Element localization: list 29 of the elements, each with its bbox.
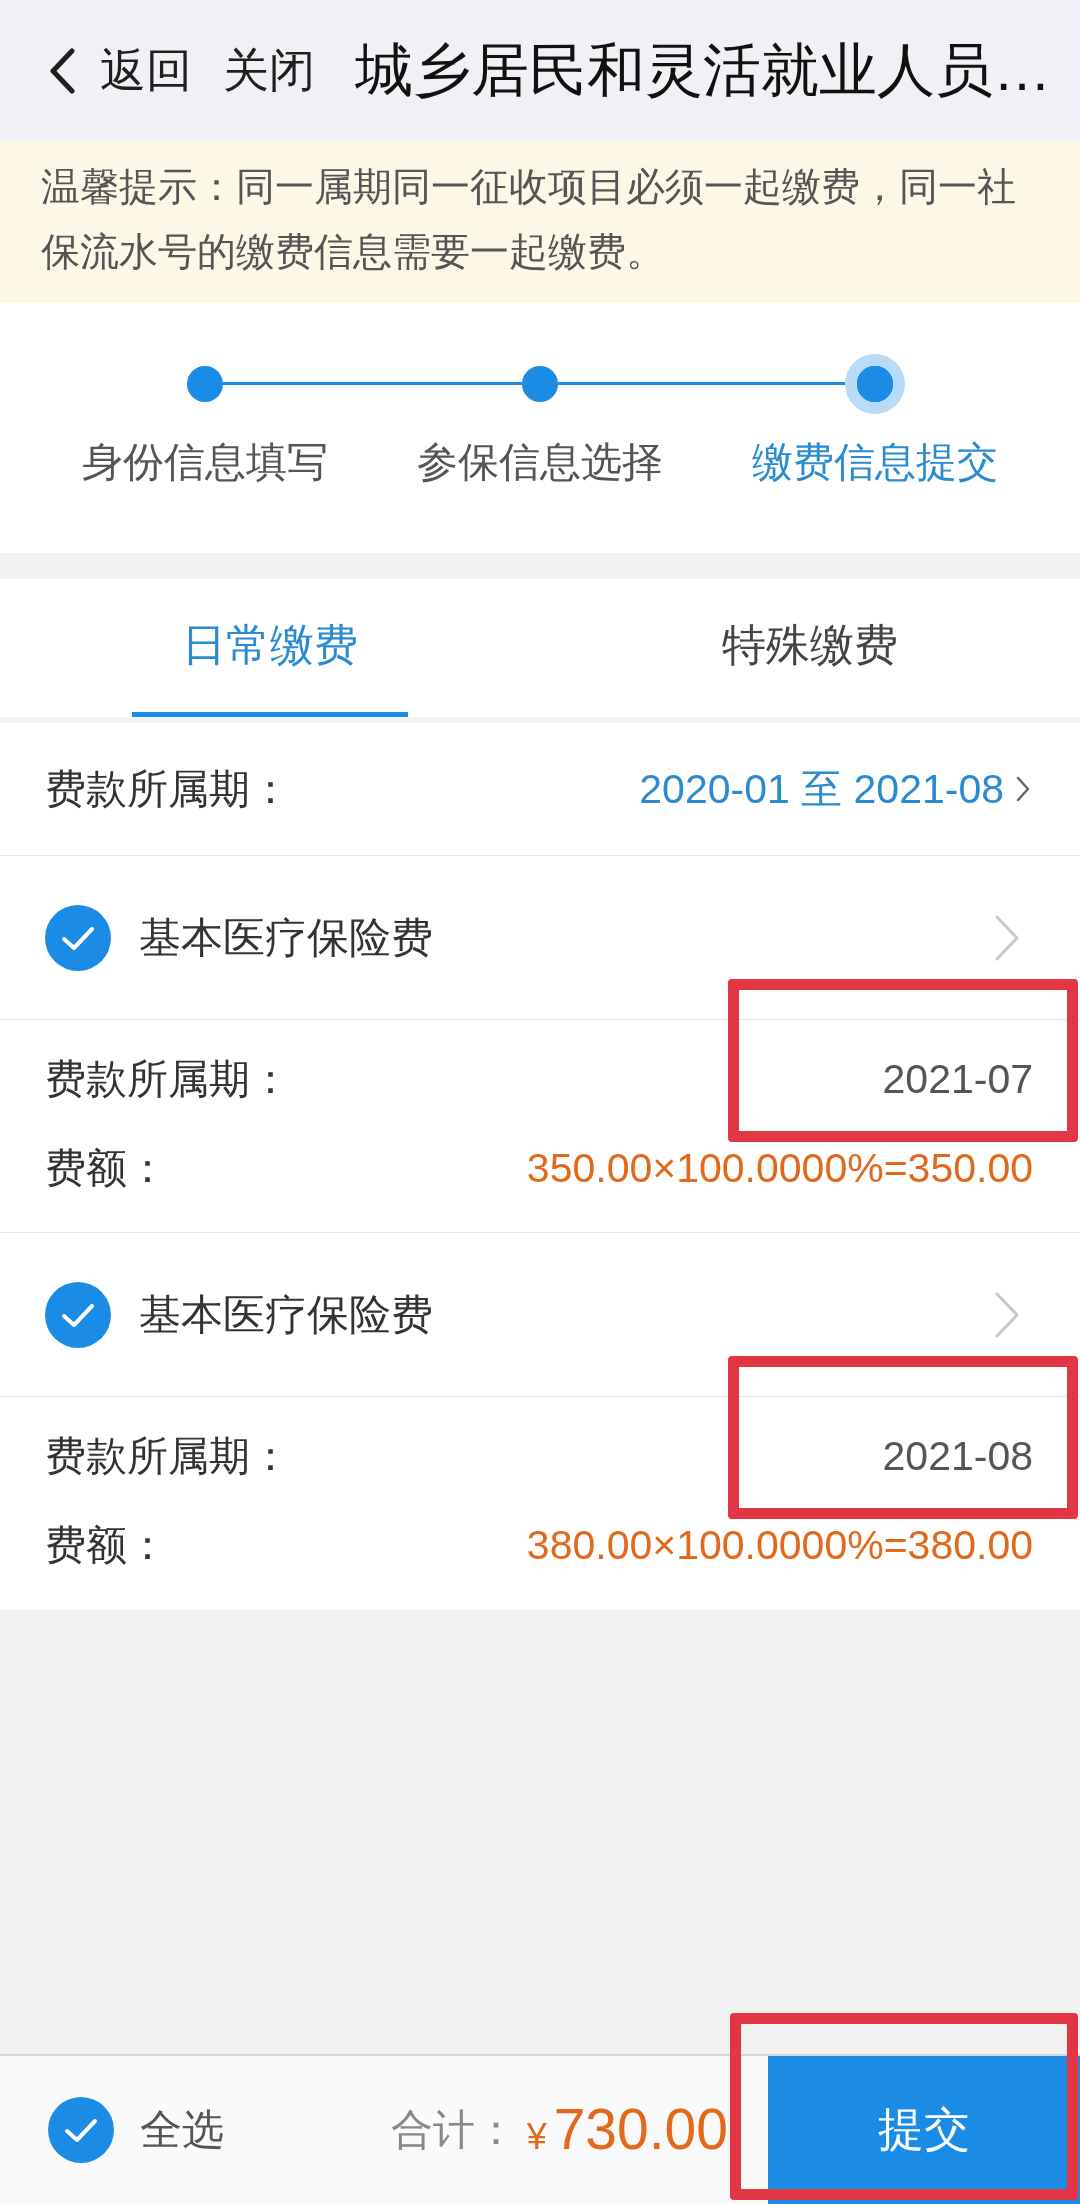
field-label: 费额： bbox=[45, 1143, 168, 1193]
step-label: 身份信息填写 bbox=[81, 438, 328, 487]
total-amount: ¥730.00 bbox=[526, 2097, 728, 2163]
fee-amount: 350.00×100.0000%=350.00 bbox=[526, 1144, 1033, 1192]
check-circle-icon[interactable] bbox=[45, 904, 111, 971]
select-all-checkbox[interactable]: 全选 bbox=[48, 2097, 224, 2163]
tab[interactable]: 日常缴费 bbox=[132, 579, 408, 717]
check-circle-icon[interactable] bbox=[45, 1281, 111, 1348]
field-label: 费款所属期： bbox=[45, 1431, 291, 1481]
period-picker[interactable]: 2020-01 至 2021-08 bbox=[639, 761, 1030, 817]
field-label: 费额： bbox=[45, 1520, 168, 1570]
notice-banner: 温馨提示：同一属期同一征收项目必须一起缴费，同一社保流水号的缴费信息需要一起缴费。 bbox=[0, 141, 1080, 303]
fee-item-name: 基本医疗保险费 bbox=[139, 912, 433, 963]
chevron-right-icon bbox=[1016, 776, 1030, 802]
page-title: 城乡居民和灵活就业人员… bbox=[355, 35, 1051, 104]
step-label: 缴费信息提交 bbox=[751, 438, 998, 487]
field-label: 费款所属期： bbox=[45, 1054, 291, 1104]
fee-item-name: 基本医疗保险费 bbox=[139, 1289, 433, 1340]
back-button[interactable]: 返回 bbox=[48, 39, 192, 102]
total-label: 合计： bbox=[390, 2105, 517, 2155]
step-label: 参保信息选择 bbox=[416, 438, 663, 487]
field-value: 2021-07 bbox=[882, 1055, 1033, 1103]
tab[interactable]: 特殊缴费 bbox=[672, 579, 948, 717]
field-value: 2021-08 bbox=[882, 1432, 1033, 1480]
close-button[interactable]: 关闭 bbox=[223, 39, 315, 102]
back-chevron-icon bbox=[48, 47, 76, 94]
fee-amount: 380.00×100.0000%=380.00 bbox=[526, 1521, 1033, 1569]
field-label: 费款所属期： bbox=[45, 764, 291, 814]
submit-button[interactable]: 提交 bbox=[768, 2056, 1080, 2204]
